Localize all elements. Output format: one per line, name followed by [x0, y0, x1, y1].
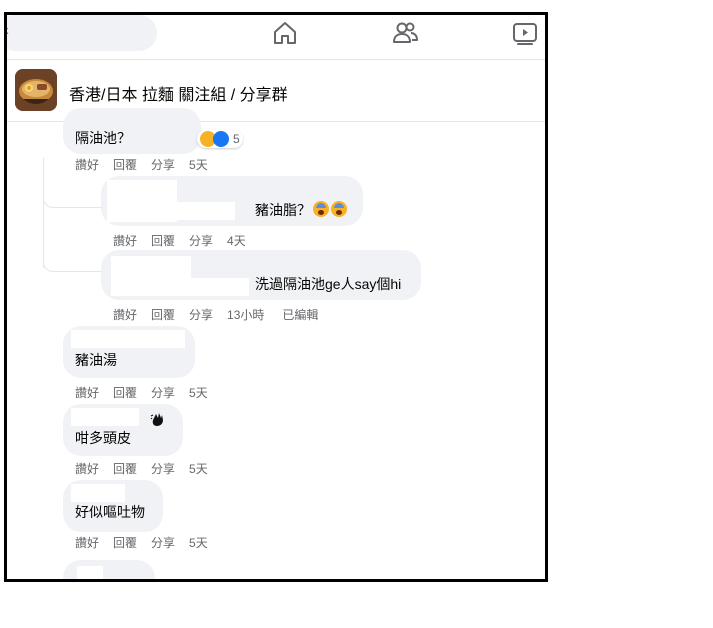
- like-button[interactable]: 讚好: [113, 306, 137, 323]
- redacted-name: [111, 256, 191, 296]
- share-button[interactable]: 分享: [189, 306, 213, 323]
- reply-button[interactable]: 回覆: [113, 460, 137, 477]
- reaction-summary[interactable]: 5: [197, 130, 243, 148]
- search-text: k: [7, 25, 9, 37]
- screenshot-frame: k 香: [4, 12, 548, 582]
- reply-time[interactable]: 4天: [227, 232, 246, 249]
- comment-text: 好似嘔吐物: [75, 504, 145, 520]
- thread-connector: [43, 222, 101, 272]
- header-divider: [7, 59, 545, 60]
- reply-text-content: 豬油脂？: [255, 202, 311, 218]
- group-title[interactable]: 香港/日本 拉麵 關注組 / 分享群: [69, 81, 288, 105]
- reply-button[interactable]: 回覆: [113, 156, 137, 173]
- reply-text: 豬油脂？: [255, 200, 347, 220]
- like-button[interactable]: 讚好: [75, 534, 99, 551]
- share-button[interactable]: 分享: [189, 232, 213, 249]
- comment-text: 隔油池？: [75, 130, 131, 146]
- like-button[interactable]: 讚好: [113, 232, 137, 249]
- comment-time[interactable]: 5天: [189, 384, 208, 401]
- scream-emoji-icon: [313, 201, 329, 217]
- share-button[interactable]: 分享: [151, 534, 175, 551]
- comment-text: 豬油湯: [75, 352, 117, 368]
- comment-thread: 隔油池？ 5 讚好 回覆 分享 5天 豬油脂？ 讚好 回覆 分享 4天 洗過隔油: [7, 108, 545, 579]
- ramen-bowl-icon: [15, 69, 57, 111]
- redacted-name: [107, 180, 177, 222]
- comment-time[interactable]: 5天: [189, 460, 208, 477]
- redacted-name: [77, 566, 103, 579]
- comment-time[interactable]: 5天: [189, 156, 208, 173]
- redacted-name: [191, 278, 249, 296]
- top-navigation: k: [7, 15, 545, 59]
- edited-label[interactable]: 已編輯: [282, 306, 318, 323]
- friends-icon[interactable]: [391, 19, 419, 47]
- watch-icon[interactable]: [511, 19, 539, 47]
- like-button[interactable]: 讚好: [75, 156, 99, 173]
- redacted-name: [177, 202, 235, 220]
- comment-actions: 讚好 回覆 分享 5天: [75, 156, 226, 173]
- home-icon[interactable]: [271, 19, 299, 47]
- reply-button[interactable]: 回覆: [151, 306, 175, 323]
- reply-actions: 讚好 回覆 分享 13小時 已編輯: [113, 306, 332, 323]
- waving-hand-emoji-icon: [150, 413, 163, 426]
- share-button[interactable]: 分享: [151, 156, 175, 173]
- reply-button[interactable]: 回覆: [113, 384, 137, 401]
- redacted-name: [71, 484, 125, 502]
- like-reaction-icon: [213, 131, 229, 147]
- reaction-count: 5: [233, 132, 240, 146]
- comment-time[interactable]: 5天: [189, 534, 208, 551]
- reply-time[interactable]: 13小時: [227, 306, 264, 323]
- reply-text: 洗過隔油池ge人say個hi: [255, 276, 402, 292]
- comment-actions: 讚好 回覆 分享 5天: [75, 460, 226, 477]
- share-button[interactable]: 分享: [151, 384, 175, 401]
- redacted-name: [71, 408, 139, 426]
- comment-text: 咁多頭皮: [75, 430, 131, 446]
- redacted-name: [71, 330, 185, 348]
- share-button[interactable]: 分享: [151, 460, 175, 477]
- reply-button[interactable]: 回覆: [113, 534, 137, 551]
- scream-emoji-icon: [331, 201, 347, 217]
- reply-button[interactable]: 回覆: [151, 232, 175, 249]
- comment-actions: 讚好 回覆 分享 5天: [75, 534, 226, 551]
- search-bar[interactable]: k: [7, 15, 157, 51]
- like-button[interactable]: 讚好: [75, 460, 99, 477]
- reply-actions: 讚好 回覆 分享 4天: [113, 232, 264, 249]
- group-avatar[interactable]: [15, 69, 57, 111]
- comment-actions: 讚好 回覆 分享 5天: [75, 384, 226, 401]
- like-button[interactable]: 讚好: [75, 384, 99, 401]
